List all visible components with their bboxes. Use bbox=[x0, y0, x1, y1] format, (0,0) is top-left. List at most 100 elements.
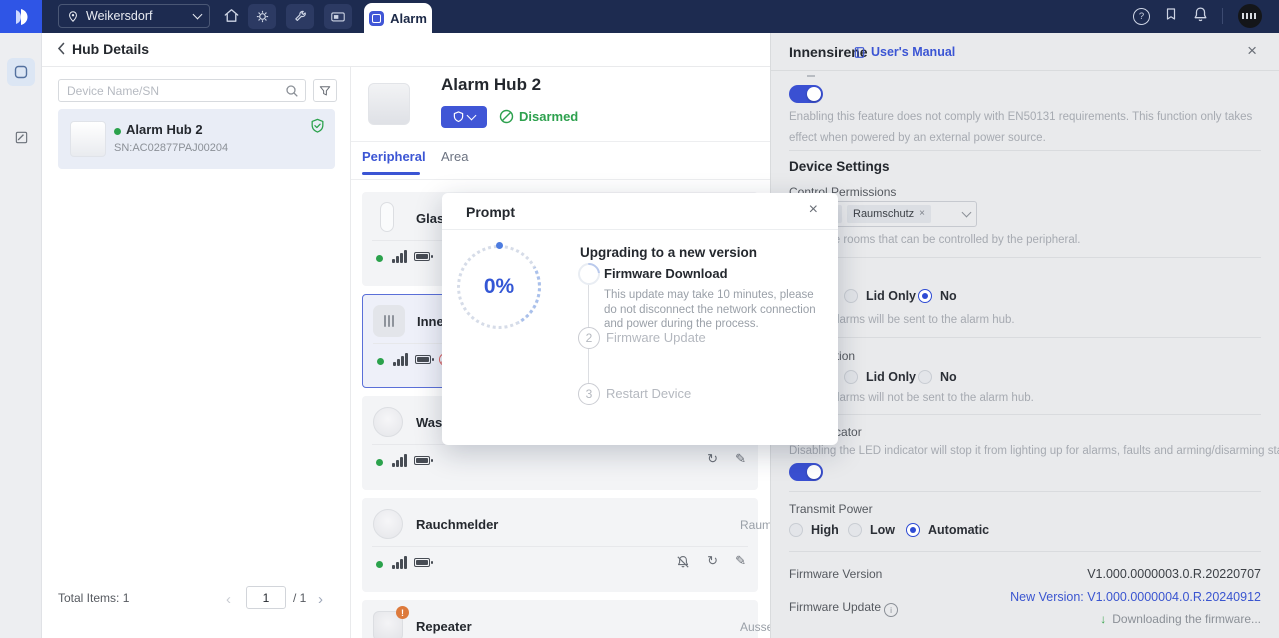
signal-strength-icon bbox=[392, 556, 407, 569]
peripheral-row-rauchmelder[interactable]: Rauchmelder Raums... ↻ ✎ bbox=[362, 498, 758, 592]
remove-tag-icon[interactable]: × bbox=[919, 209, 925, 219]
info-icon[interactable]: i bbox=[884, 603, 898, 617]
peripheral-name: Repeater bbox=[416, 619, 472, 634]
radio-option-no[interactable]: No bbox=[918, 289, 957, 303]
radio-icon bbox=[844, 370, 858, 384]
edit-icon[interactable]: ✎ bbox=[735, 452, 746, 465]
manual-book-icon bbox=[853, 46, 866, 59]
user-avatar[interactable] bbox=[1238, 4, 1262, 28]
topbar-divider bbox=[1222, 8, 1223, 24]
search-input[interactable] bbox=[59, 80, 305, 101]
room-label: Ausse... bbox=[740, 620, 770, 634]
row-divider bbox=[372, 546, 748, 547]
tab-area[interactable]: Area bbox=[441, 149, 468, 164]
devices-button[interactable] bbox=[324, 4, 352, 29]
firmware-version-value: V1.000.0000003.0.R.20220707 bbox=[1087, 567, 1261, 581]
arm-mode-button[interactable] bbox=[441, 106, 487, 128]
alarm-tab-label: Alarm bbox=[390, 11, 427, 26]
radio-icon bbox=[918, 370, 932, 384]
restart-icon[interactable]: ↻ bbox=[707, 554, 718, 567]
app-screen: Weikersdorf Alarm ? bbox=[0, 0, 1279, 638]
close-icon[interactable]: × bbox=[1247, 41, 1257, 61]
rail-hub-icon[interactable] bbox=[7, 58, 35, 86]
active-tab-underline bbox=[362, 172, 420, 175]
services-button[interactable] bbox=[248, 4, 276, 29]
online-status-dot bbox=[114, 128, 121, 135]
hub-title: Alarm Hub 2 bbox=[441, 75, 541, 95]
firmware-update-label: Firmware Updatei bbox=[789, 600, 898, 617]
online-status-dot bbox=[377, 358, 384, 365]
filter-button[interactable] bbox=[313, 79, 337, 102]
home-icon[interactable] bbox=[222, 6, 241, 25]
radio-label: No bbox=[940, 289, 957, 303]
section-divider bbox=[789, 551, 1261, 552]
hub-serial-number: SN:AC02877PAJ00204 bbox=[114, 142, 228, 154]
download-icon: ↓ bbox=[1100, 612, 1106, 626]
close-icon[interactable]: × bbox=[809, 201, 818, 219]
panel-header-divider bbox=[771, 70, 1279, 71]
radio-icon-selected bbox=[906, 523, 920, 537]
back-button[interactable] bbox=[57, 42, 65, 55]
room-tag[interactable]: Raumschutz × bbox=[847, 205, 931, 223]
battery-icon bbox=[414, 456, 430, 465]
hub-image bbox=[368, 83, 410, 125]
step-1-description: This update may take 10 minutes, please … bbox=[604, 288, 816, 332]
notifications-bell-icon[interactable] bbox=[1192, 6, 1209, 23]
upgrade-prompt-dialog: Prompt × 0% Upgrading to a new version F… bbox=[442, 193, 838, 445]
edit-icon[interactable]: ✎ bbox=[735, 554, 746, 567]
tools-button[interactable] bbox=[286, 4, 314, 29]
radio-option-automatic[interactable]: Automatic bbox=[906, 523, 989, 537]
device-list-panel: Alarm Hub 2 SN:AC02877PAJ00204 Total Ite… bbox=[42, 66, 351, 638]
en50131-note: Enabling this feature does not comply wi… bbox=[789, 107, 1263, 149]
tab-peripheral[interactable]: Peripheral bbox=[362, 149, 426, 164]
download-status: ↓ Downloading the firmware... bbox=[1100, 612, 1261, 626]
fault-badge-icon: ! bbox=[396, 606, 409, 619]
battery-icon bbox=[414, 558, 430, 567]
radio-label: Lid Only bbox=[866, 370, 916, 384]
radio-option-low[interactable]: Low bbox=[848, 523, 895, 537]
disarmed-icon bbox=[499, 109, 514, 124]
search-icon[interactable] bbox=[285, 84, 299, 98]
en50131-toggle[interactable] bbox=[789, 85, 823, 103]
brand-logo[interactable] bbox=[0, 0, 42, 33]
pagination-prev-icon[interactable]: ‹ bbox=[226, 591, 231, 608]
users-manual-link[interactable]: User's Manual bbox=[853, 45, 955, 59]
radio-option-lid-only[interactable]: Lid Only bbox=[844, 370, 916, 384]
radio-label: No bbox=[940, 370, 957, 384]
step-3-number: 3 bbox=[578, 383, 600, 405]
section-divider bbox=[789, 257, 1261, 258]
restart-icon[interactable]: ↻ bbox=[707, 452, 718, 465]
gear-icon bbox=[255, 9, 270, 24]
peripheral-name: Rauchmelder bbox=[416, 517, 498, 532]
page-number-input[interactable] bbox=[246, 586, 286, 609]
help-icon[interactable]: ? bbox=[1133, 8, 1150, 25]
peripheral-row-repeater[interactable]: ! Repeater Ausse... bbox=[362, 600, 758, 638]
upgrade-heading: Upgrading to a new version bbox=[580, 245, 757, 260]
tab-alarm[interactable]: Alarm bbox=[364, 3, 432, 33]
rail-log-icon[interactable] bbox=[7, 123, 35, 151]
clipped-label bbox=[807, 75, 815, 77]
radio-option-high[interactable]: High bbox=[789, 523, 839, 537]
step-3-label: Restart Device bbox=[606, 386, 691, 401]
signal-strength-icon bbox=[393, 353, 408, 366]
radio-option-no[interactable]: No bbox=[918, 370, 957, 384]
pagination-next-icon[interactable]: › bbox=[318, 591, 323, 608]
radio-option-lid-only[interactable]: Lid Only bbox=[844, 289, 916, 303]
bell-muted-icon[interactable] bbox=[676, 555, 690, 569]
device-card-icon bbox=[330, 9, 346, 24]
online-status-dot bbox=[376, 255, 383, 262]
top-navigation-bar: Weikersdorf Alarm ? bbox=[0, 0, 1279, 33]
shield-icon bbox=[453, 111, 464, 123]
section-divider bbox=[789, 414, 1261, 415]
hub-list-item[interactable]: Alarm Hub 2 SN:AC02877PAJ00204 bbox=[58, 109, 335, 169]
license-tag-icon[interactable] bbox=[1163, 6, 1179, 23]
led-indicator-toggle[interactable] bbox=[789, 463, 823, 481]
progress-percent: 0% bbox=[460, 248, 538, 326]
help-glyph: ? bbox=[1139, 11, 1144, 22]
room-tag-label: Raumschutz bbox=[853, 208, 914, 220]
glassbreak-sensor-thumbnail bbox=[380, 202, 394, 232]
hub-name: Alarm Hub 2 bbox=[126, 122, 203, 137]
transmit-power-label: Transmit Power bbox=[789, 502, 873, 516]
new-version-link[interactable]: New Version: V1.000.0000004.0.R.20240912 bbox=[1010, 590, 1261, 604]
site-selector[interactable]: Weikersdorf bbox=[58, 4, 210, 28]
